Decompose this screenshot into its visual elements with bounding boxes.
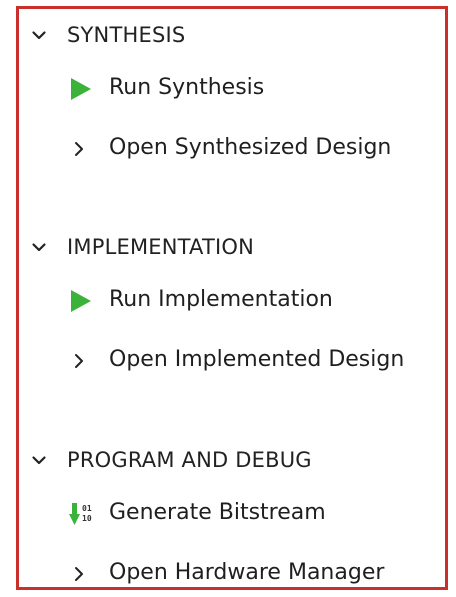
section-title: PROGRAM AND DEBUG (67, 448, 312, 472)
flow-navigator-panel: SYNTHESIS Run Synthesis Open Synthesized… (16, 6, 448, 590)
open-synthesized-design-item[interactable]: Open Synthesized Design (19, 127, 445, 171)
chevron-right-icon[interactable] (69, 137, 93, 161)
bitstream-icon: 01 10 (69, 503, 92, 525)
run-icon (71, 78, 91, 100)
svg-text:01: 01 (82, 504, 92, 513)
section-header-program-and-debug[interactable]: PROGRAM AND DEBUG (19, 440, 445, 480)
run-synthesis-label: Run Synthesis (109, 75, 265, 100)
chevron-down-icon[interactable] (31, 239, 47, 255)
chevron-down-icon[interactable] (31, 452, 47, 468)
run-implementation-label: Run Implementation (109, 287, 333, 312)
chevron-down-icon[interactable] (31, 27, 47, 43)
generate-bitstream-label: Generate Bitstream (109, 500, 326, 525)
open-hardware-manager-label: Open Hardware Manager (109, 560, 385, 585)
open-implemented-design-label: Open Implemented Design (109, 347, 405, 372)
chevron-right-icon[interactable] (69, 349, 93, 373)
section-header-implementation[interactable]: IMPLEMENTATION (19, 227, 445, 267)
run-synthesis-item[interactable]: Run Synthesis (19, 67, 445, 111)
run-icon (71, 290, 91, 312)
chevron-right-icon[interactable] (69, 562, 93, 586)
open-implemented-design-item[interactable]: Open Implemented Design (19, 339, 445, 383)
svg-text:10: 10 (82, 514, 92, 523)
section-header-synthesis[interactable]: SYNTHESIS (19, 15, 445, 55)
generate-bitstream-item[interactable]: 01 10 Generate Bitstream (19, 492, 445, 536)
section-title: IMPLEMENTATION (67, 235, 255, 259)
open-synthesized-design-label: Open Synthesized Design (109, 135, 392, 160)
run-implementation-item[interactable]: Run Implementation (19, 279, 445, 323)
section-title: SYNTHESIS (67, 23, 186, 47)
open-hardware-manager-item[interactable]: Open Hardware Manager (19, 552, 445, 596)
